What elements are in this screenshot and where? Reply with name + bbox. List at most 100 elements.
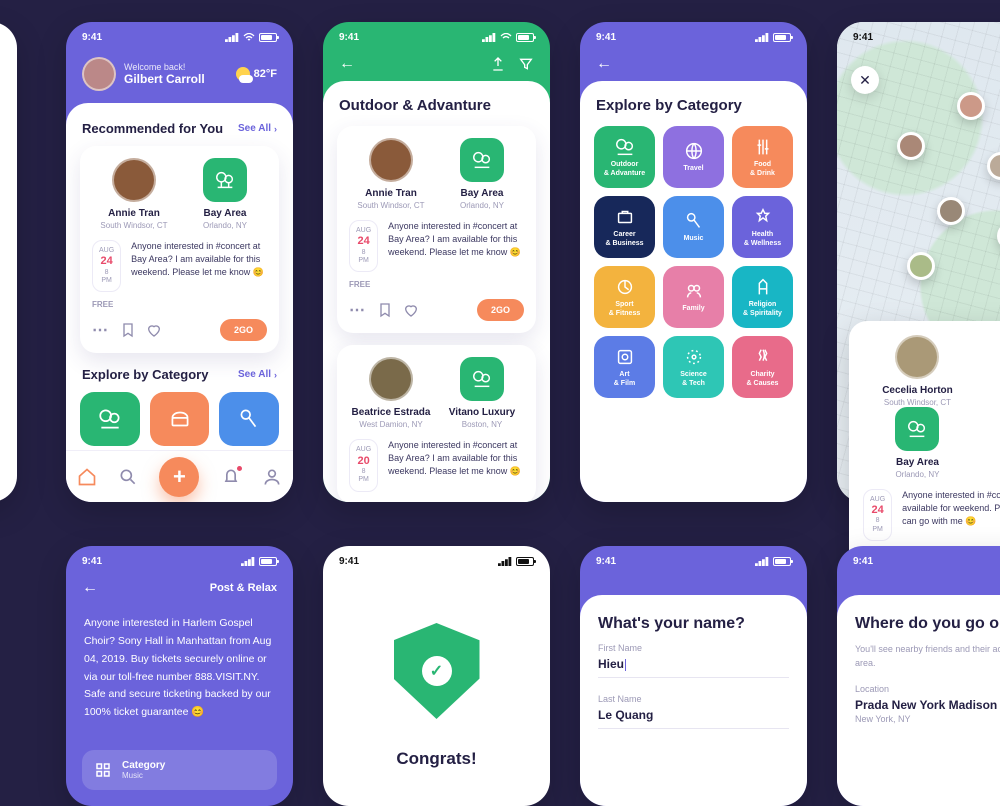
form-question: Where do you go out? [855,615,1000,633]
price-free: FREE [92,300,267,309]
user-name: Gilbert Carroll [124,72,205,86]
back-button[interactable]: ← [596,55,612,73]
welcome-text: Welcome back! [124,62,205,72]
more-icon[interactable]: ⋯ [92,320,110,340]
tab-search[interactable] [118,467,138,487]
section-title: Recommended for You [82,121,223,136]
tab-profile[interactable] [262,467,282,487]
bookmark-icon[interactable] [120,322,136,338]
category-tile[interactable]: Travel [663,126,724,188]
place-tile [460,357,504,401]
category-tile[interactable]: Science& Tech [663,336,724,398]
field-label: Location [855,684,1000,694]
tab-bar: + [66,450,293,502]
map-pin[interactable] [937,197,965,225]
post-body: Anyone interested in Harlem Gospel Choir… [66,611,293,740]
share-icon[interactable] [490,56,506,72]
field-label: Last Name [598,694,789,704]
map-pin[interactable] [897,132,925,160]
wifi-icon [500,33,512,42]
event-card[interactable]: Annie Tran South Windsor, CT Bay Area Or… [80,146,279,353]
map-event-card[interactable]: Cecelia HortonSouth Windsor, CT Bay Area… [849,321,1000,572]
go-button[interactable]: 2GO [477,299,524,321]
event-card-2[interactable]: Beatrice EstradaWest Damion, NY Vitano L… [337,345,536,502]
success-shield-icon: ✓ [394,623,480,719]
host-location: South Windsor, CT [100,221,167,230]
fab-add[interactable]: + [159,457,199,497]
see-all-link-2[interactable]: See All› [238,369,277,380]
place-name: Bay Area [204,208,247,219]
category-tile[interactable]: Family [663,266,724,328]
signal-icon [225,33,239,42]
weather-widget[interactable]: 82°F [236,67,277,81]
heart-icon[interactable] [403,302,419,318]
place-location: Orlando, NY [203,221,247,230]
tab-notifications[interactable] [221,467,241,487]
tab-home[interactable] [77,467,97,487]
map-pin[interactable] [907,252,935,280]
category-tile[interactable]: Charity& Causes [732,336,793,398]
place-tile [203,158,247,202]
heart-icon[interactable] [146,322,162,338]
phone-location-form: 9:41 Where do you go out? You'll see nea… [837,546,1000,806]
more-icon[interactable]: ⋯ [349,300,367,320]
back-button[interactable]: ← [82,579,98,597]
bookmark-icon[interactable] [377,302,393,318]
phone-categories: 9:41 ← Explore by Category Outdoor& Adva… [580,22,807,502]
category-tile[interactable]: Health& Wellness [732,196,793,258]
category-tile[interactable]: Art& Film [594,336,655,398]
notification-dot [236,465,243,472]
filter-icon[interactable] [518,56,534,72]
event-card-1[interactable]: Annie TranSouth Windsor, CT Bay AreaOrla… [337,126,536,333]
phone-name-form: 9:41 What's your name? First Name Hieu L… [580,546,807,806]
category-selector[interactable]: Category Music [82,750,277,790]
event-description: Anyone interested in #concert at Bay Are… [131,240,267,292]
user-avatar[interactable] [82,57,116,91]
host-avatar [112,158,156,202]
page-title: Explore by Category [596,97,791,114]
category-tile-music[interactable] [219,392,279,446]
status-time: 9:41 [82,32,102,43]
phone-post: 9:41 ←Post & Relax Anyone interested in … [66,546,293,806]
phone-map: 9:41 ✕ Filter Cecelia HortonSouth Windso… [837,22,1000,502]
battery-icon [516,33,534,42]
host-name: Annie Tran [108,208,160,219]
first-name-input[interactable]: Hieu [598,657,789,678]
location-input[interactable]: Prada New York Madison New York, NY [855,698,1000,730]
form-question: What's your name? [598,615,789,633]
weather-icon [236,67,250,81]
chevron-right-icon: › [274,370,277,380]
close-button[interactable]: ✕ [851,66,879,94]
category-tile[interactable]: Music [663,196,724,258]
phone-outdoor: 9:41 ← Outdoor & Advanture Annie TranSou… [323,22,550,502]
back-button[interactable]: ← [339,55,355,73]
last-name-input[interactable]: Le Quang [598,708,789,729]
phone-congrats: 9:41 ✓ Congrats! [323,546,550,806]
status-bar: 9:41 [580,22,807,49]
category-tile[interactable]: Career& Business [594,196,655,258]
category-tile-outdoor[interactable] [80,392,140,446]
see-all-link[interactable]: See All› [238,123,277,134]
host-avatar [895,335,939,379]
congrats-title: Congrats! [323,749,550,769]
category-tile-food[interactable] [150,392,210,446]
category-tile[interactable]: Religion& Spiritality [732,266,793,328]
battery-icon [259,33,277,42]
section-title-explore: Explore by Category [82,367,208,382]
signal-icon [482,33,496,42]
temperature: 82°F [254,68,277,80]
phone-home: 9:41 Welcome back! Gilbert Carroll 82°F [66,22,293,502]
phone-preview-edge-left [0,22,17,502]
category-tile[interactable]: Outdoor& Advanture [594,126,655,188]
place-tile [460,138,504,182]
map-pin[interactable] [957,92,985,120]
category-tile[interactable]: Sport& Fitness [594,266,655,328]
checkmark-icon: ✓ [422,656,452,686]
page-title: Post & Relax [210,582,277,594]
event-date: AUG 24 8 PM [92,240,121,292]
grid-icon [94,761,112,779]
go-button[interactable]: 2GO [220,319,267,341]
form-hint: You'll see nearby friends and their acti… [855,643,1000,670]
host-avatar [369,357,413,401]
category-tile[interactable]: Food& Drink [732,126,793,188]
